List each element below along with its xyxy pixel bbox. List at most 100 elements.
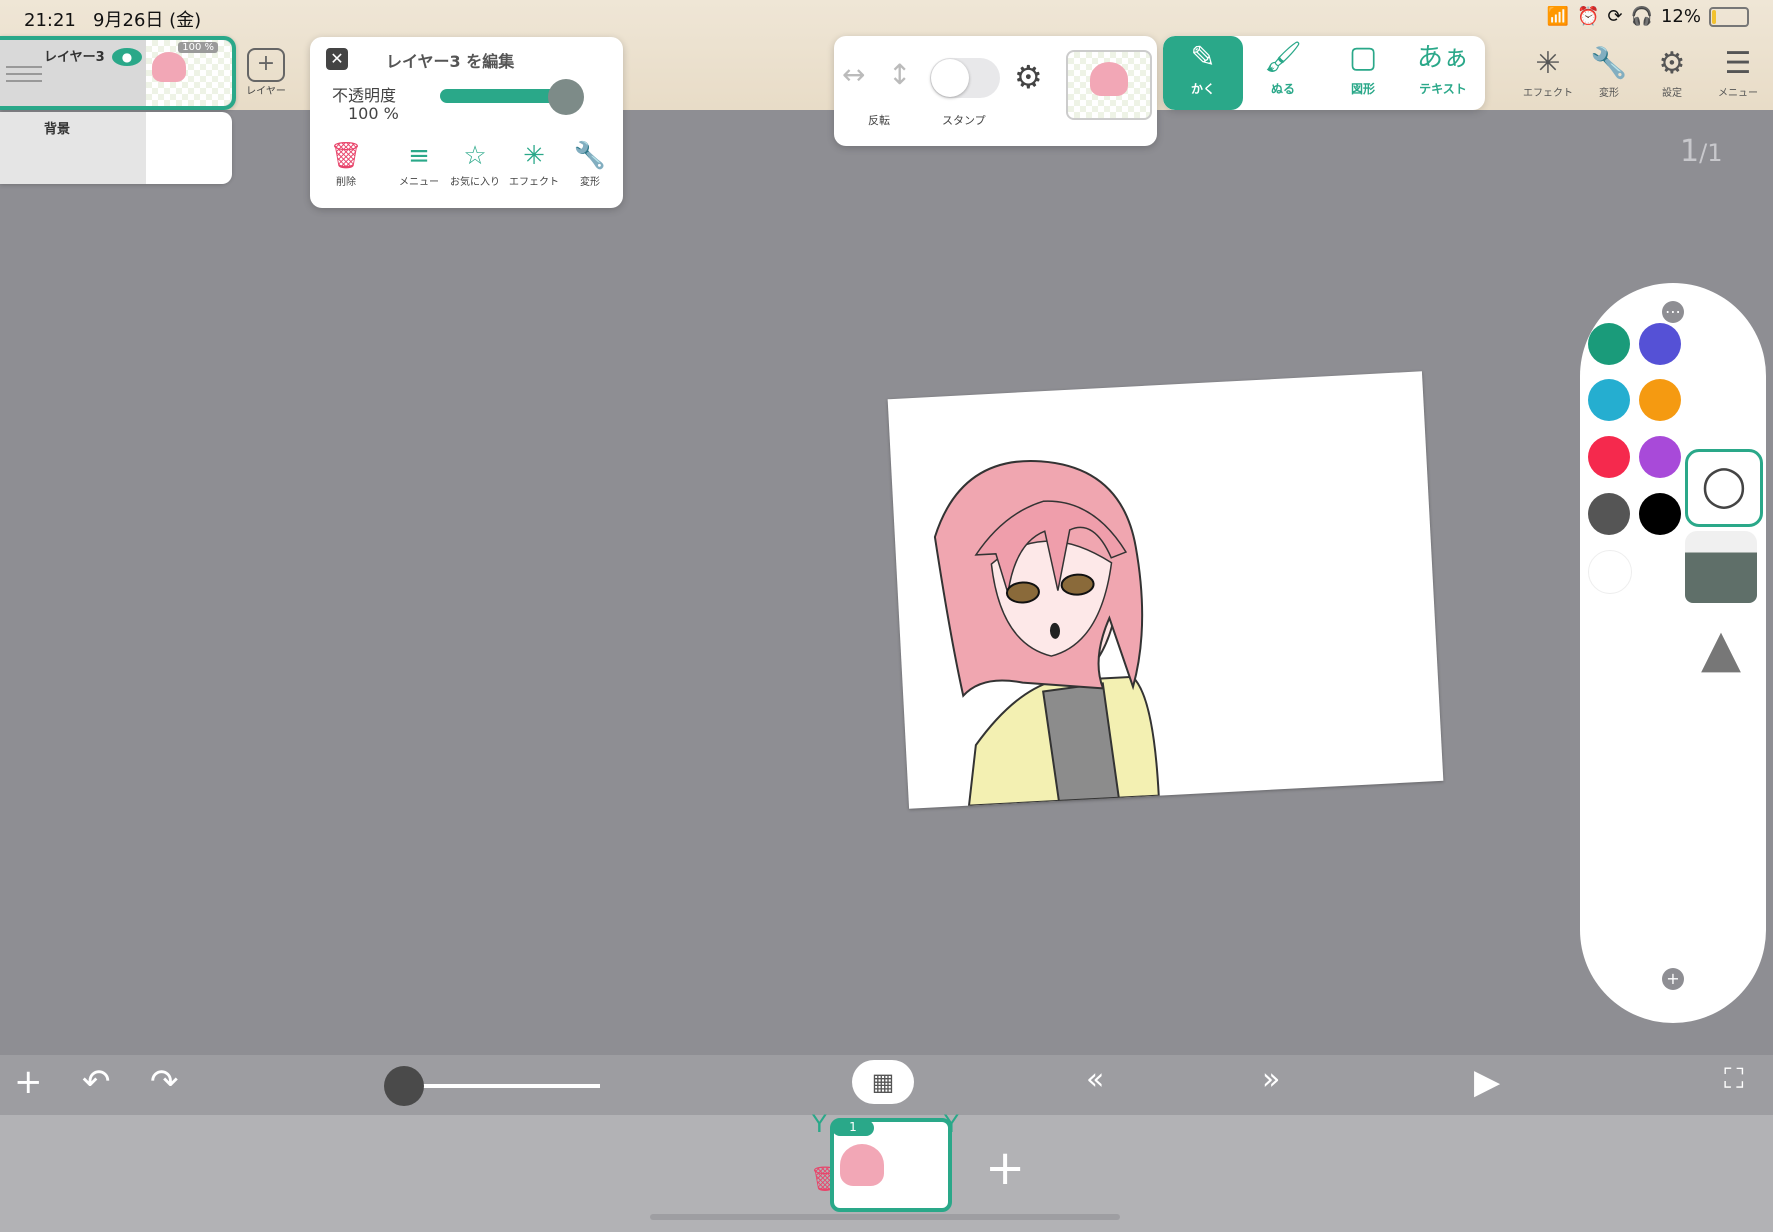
add-icon[interactable]: + [14, 1062, 43, 1102]
headphones-icon: 🎧 [1630, 6, 1653, 27]
layer-row-layer3[interactable]: レイヤー3 ● 100 % [0, 36, 236, 110]
transform-button[interactable]: 🔧 変形 [1579, 44, 1639, 99]
status-clock: 21:21 [24, 10, 76, 31]
wrench-icon: 🔧 [573, 141, 607, 171]
frame-range-end-handle-icon[interactable]: Y [944, 1110, 959, 1138]
settings-label: 設定 [1662, 88, 1682, 99]
stamp-toggle[interactable] [930, 58, 1000, 98]
color-swatch-black[interactable] [1639, 493, 1681, 535]
gear-icon: ⚙ [1658, 46, 1686, 81]
stamp-label: スタンプ [942, 114, 986, 127]
tool-draw[interactable]: ✎ かく [1163, 36, 1243, 110]
color-palette: ⋯ ◯ ▲ + [1580, 283, 1766, 1023]
effect-label: エフェクト [1523, 88, 1573, 99]
add-layer-icon: + [247, 48, 285, 82]
brush-size-slider[interactable] [402, 1084, 600, 1088]
gear-icon[interactable]: ⚙ [1014, 58, 1043, 96]
paint-brush-icon: 🖌 [1263, 40, 1303, 75]
pen-tool-icon[interactable]: ▲ [1685, 613, 1757, 685]
redo-icon[interactable]: ↷ [150, 1062, 179, 1102]
eraser-tool-icon[interactable] [1685, 531, 1757, 603]
sparkle-icon: ✳ [523, 141, 545, 171]
more-options-icon[interactable]: ⋯ [1662, 301, 1684, 323]
tool-text[interactable]: あぁ テキスト [1403, 36, 1483, 110]
next-frame-icon[interactable]: » [1262, 1062, 1280, 1097]
layer-thumbnail [146, 112, 232, 184]
alarm-icon: ⏰ [1577, 6, 1600, 27]
drag-handle-icon[interactable] [6, 62, 42, 82]
layer-thumbnail: 100 % [146, 40, 232, 106]
add-color-icon[interactable]: + [1662, 968, 1684, 990]
color-swatch-orange[interactable] [1639, 379, 1681, 421]
layer-name: 背景 [44, 122, 71, 137]
play-icon[interactable]: ▶ [1474, 1062, 1500, 1102]
delete-label: 削除 [336, 177, 356, 188]
tool-shape-label: 図形 [1350, 82, 1375, 96]
layer-opacity-badge: 100 % [178, 42, 218, 53]
layer-effect-button[interactable]: ✳ エフェクト [506, 139, 562, 188]
color-swatch-indigo[interactable] [1639, 323, 1681, 365]
drawing-canvas[interactable] [887, 371, 1444, 809]
page-current: 1 [1680, 134, 1700, 169]
fullscreen-icon[interactable]: ⛶ [1724, 1062, 1744, 1096]
tool-text-label: テキスト [1419, 82, 1467, 96]
favorite-label: お気に入り [450, 177, 500, 188]
effect-button[interactable]: ✳ エフェクト [1518, 44, 1578, 99]
shapes-icon: ▢ [1348, 40, 1378, 75]
add-layer-label: レイヤー [246, 86, 286, 97]
lasso-tool-icon[interactable]: ◯ [1685, 449, 1763, 527]
color-swatch-red[interactable] [1588, 436, 1630, 478]
tool-draw-label: かく [1190, 82, 1215, 96]
brush-size-slider-knob[interactable] [384, 1066, 424, 1106]
color-swatch-gray[interactable] [1588, 493, 1630, 535]
home-indicator [650, 1214, 1120, 1220]
film-icon[interactable]: ▦ [852, 1060, 914, 1104]
color-swatch-white[interactable] [1588, 550, 1632, 594]
brush-preview-thumbnail[interactable] [1066, 50, 1152, 120]
opacity-label: 不透明度 [332, 86, 397, 105]
add-frame-icon[interactable]: + [985, 1140, 1025, 1196]
flip-stamp-panel: ↔ ↕ 反転 スタンプ ⚙ [834, 36, 1157, 146]
visibility-eye-icon[interactable]: ● [112, 48, 142, 66]
main-menu-button[interactable]: ☰ メニュー [1708, 44, 1768, 99]
page-total: 1 [1707, 139, 1723, 167]
thumbnail-character [152, 52, 186, 82]
favorite-button[interactable]: ☆ お気に入り [447, 139, 503, 188]
tool-panel: ✎ かく 🖌 ぬる ▢ 図形 あぁ テキスト [1163, 36, 1485, 110]
frame-number-badge: 1 [832, 1120, 874, 1136]
opacity-slider-knob[interactable] [548, 79, 584, 115]
tool-fill-label: ぬる [1270, 82, 1295, 96]
effect-label: エフェクト [509, 177, 559, 188]
character-illustration [933, 459, 1160, 807]
menu-label: メニュー [1718, 88, 1758, 99]
text-glyph-icon: あぁ [1416, 43, 1469, 73]
layer-edit-panel: ✕ レイヤー3 を編集 不透明度 100 % 🗑 削除 ≡ メニュー ☆ お気に… [310, 37, 623, 208]
status-time: 21:21 9月26日 (金) [24, 6, 201, 32]
wrench-icon: 🔧 [1590, 46, 1628, 81]
color-swatch-cyan[interactable] [1588, 379, 1630, 421]
star-icon: ☆ [463, 141, 487, 171]
hamburger-icon: ≡ [408, 141, 430, 171]
add-layer-button[interactable]: + レイヤー [244, 48, 288, 97]
delete-layer-button[interactable]: 🗑 削除 [318, 139, 374, 188]
color-swatch-purple[interactable] [1639, 436, 1681, 478]
settings-button[interactable]: ⚙ 設定 [1642, 44, 1702, 99]
tool-fill[interactable]: 🖌 ぬる [1243, 36, 1323, 110]
battery-percent: 12% [1660, 6, 1701, 27]
color-swatch-teal[interactable] [1588, 323, 1630, 365]
frame-range-start-handle-icon[interactable]: Y [812, 1110, 827, 1138]
flip-vertical-icon[interactable]: ↕ [888, 58, 911, 91]
previous-frame-icon[interactable]: « [1086, 1062, 1104, 1097]
undo-icon[interactable]: ↶ [82, 1062, 111, 1102]
tool-shape[interactable]: ▢ 図形 [1323, 36, 1403, 110]
close-icon[interactable]: ✕ [326, 48, 348, 70]
status-right: 📶 ⏰ ⟳ 🎧 12% [1547, 6, 1749, 27]
status-date: 9月26日 (金) [93, 10, 202, 31]
transform-label: 変形 [1599, 88, 1619, 99]
layer-menu-button[interactable]: ≡ メニュー [391, 139, 447, 188]
layer-row-background[interactable]: 背景 [0, 112, 232, 184]
flip-horizontal-icon[interactable]: ↔ [842, 58, 865, 91]
layer-transform-button[interactable]: 🔧 変形 [562, 139, 618, 188]
transform-label: 変形 [580, 177, 600, 188]
opacity-value: 100 % [348, 104, 399, 123]
